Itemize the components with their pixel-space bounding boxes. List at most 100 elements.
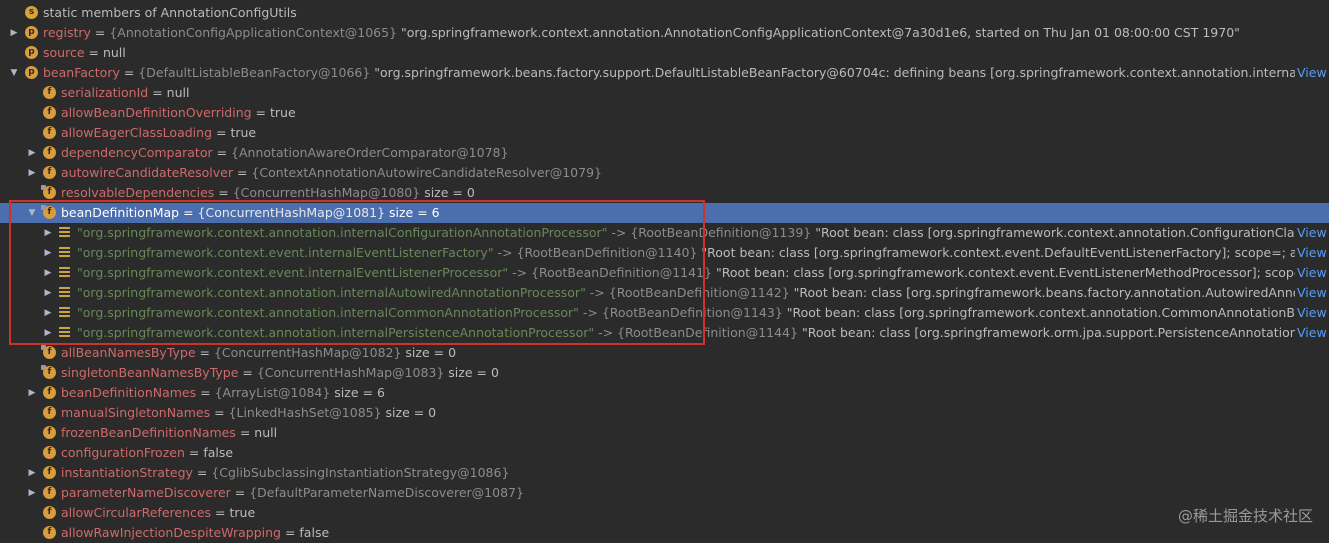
field-icon: f bbox=[43, 146, 56, 159]
type-ref: {RootBeanDefinition@1143} bbox=[601, 305, 783, 320]
variable-row[interactable]: f allowBeanDefinitionOverriding = true bbox=[0, 103, 1329, 123]
row-content: dependencyComparator = {AnnotationAwareO… bbox=[61, 143, 1295, 163]
value-text: size = 0 bbox=[444, 365, 499, 380]
row-content: source = null bbox=[43, 43, 1295, 63]
variable-row[interactable]: ▼ p beanFactory = {DefaultListableBeanFact… bbox=[0, 63, 1329, 83]
variable-row[interactable]: ▼ f beanDefinitionMap = {ConcurrentHashMap… bbox=[0, 203, 1329, 223]
expand-icon[interactable]: ▶ bbox=[26, 463, 38, 483]
variable-name: allowRawInjectionDespiteWrapping bbox=[61, 525, 281, 540]
collapse-icon[interactable]: ▼ bbox=[8, 63, 20, 83]
value-text: true bbox=[270, 105, 296, 120]
variable-row[interactable]: f allBeanNamesByType = {ConcurrentHashMap… bbox=[0, 343, 1329, 363]
map-entry-icon bbox=[59, 267, 70, 279]
variable-name: configurationFrozen bbox=[61, 445, 185, 460]
row-content: serializationId = null bbox=[61, 83, 1295, 103]
expand-icon[interactable]: ▶ bbox=[42, 283, 54, 303]
variable-name: beanFactory bbox=[43, 65, 120, 80]
view-link[interactable]: View bbox=[1297, 283, 1329, 303]
variable-name: allowCircularReferences bbox=[61, 505, 212, 520]
variable-row[interactable]: f allowCircularReferences = true bbox=[0, 503, 1329, 523]
row-content: "org.springframework.context.event.inter… bbox=[77, 243, 1295, 263]
variable-row[interactable]: ▶ f instantiationStrategy = {CglibSubclass… bbox=[0, 463, 1329, 483]
value-text: null bbox=[166, 85, 190, 100]
variable-row[interactable]: ▶ f dependencyComparator = {AnnotationAwar… bbox=[0, 143, 1329, 163]
value-text: true bbox=[229, 505, 256, 520]
equals-sign: = bbox=[179, 205, 198, 220]
row-content: beanDefinitionNames = {ArrayList@1084} s… bbox=[61, 383, 1295, 403]
value-text: null bbox=[102, 45, 126, 60]
field-icon: f bbox=[43, 486, 56, 499]
variable-row[interactable]: f resolvableDependencies = {ConcurrentHas… bbox=[0, 183, 1329, 203]
row-content: registry = {AnnotationConfigApplicationC… bbox=[43, 23, 1295, 43]
row-content: frozenBeanDefinitionNames = null bbox=[61, 423, 1295, 443]
value-text: false bbox=[299, 525, 330, 540]
arrow-separator: -> bbox=[493, 245, 517, 260]
expand-icon[interactable]: ▶ bbox=[26, 383, 38, 403]
map-entry-row[interactable]: ▶ "org.springframework.context.annotation… bbox=[0, 303, 1329, 323]
map-entry-row[interactable]: ▶ "org.springframework.context.annotation… bbox=[0, 323, 1329, 343]
map-entry-row[interactable]: ▶ "org.springframework.context.annotation… bbox=[0, 283, 1329, 303]
value-text: true bbox=[230, 125, 257, 140]
value-text: "Root bean: class [org.springframework.c… bbox=[701, 245, 1295, 260]
variable-name: allBeanNamesByType bbox=[61, 345, 196, 360]
variable-row[interactable]: p source = null bbox=[0, 43, 1329, 63]
view-link[interactable]: View bbox=[1297, 303, 1329, 323]
variable-name: manualSingletonNames bbox=[61, 405, 211, 420]
arrow-separator: -> bbox=[594, 325, 618, 340]
variable-name: parameterNameDiscoverer bbox=[61, 485, 231, 500]
expand-icon[interactable]: ▶ bbox=[8, 23, 20, 43]
type-ref: {ConcurrentHashMap@1080} bbox=[232, 185, 421, 200]
type-ref: {AnnotationAwareOrderComparator@1078} bbox=[231, 145, 509, 160]
value-text: "Root bean: class [org.springframework.c… bbox=[715, 265, 1295, 280]
expand-icon[interactable]: ▶ bbox=[26, 143, 38, 163]
view-link[interactable]: View bbox=[1297, 223, 1329, 243]
map-entry-row[interactable]: ▶ "org.springframework.context.event.inte… bbox=[0, 243, 1329, 263]
view-link[interactable]: View bbox=[1297, 323, 1329, 343]
variable-name: singletonBeanNamesByType bbox=[61, 365, 239, 380]
row-content: "org.springframework.context.annotation.… bbox=[77, 323, 1295, 343]
type-ref: {RootBeanDefinition@1144} bbox=[617, 325, 798, 340]
expand-icon[interactable]: ▶ bbox=[42, 263, 54, 283]
view-link[interactable]: View bbox=[1297, 263, 1329, 283]
variable-row[interactable]: ▶ p registry = {AnnotationConfigApplicatio… bbox=[0, 23, 1329, 43]
variable-row[interactable]: ▶ f autowireCandidateResolver = {ContextAn… bbox=[0, 163, 1329, 183]
type-ref: {RootBeanDefinition@1140} bbox=[516, 245, 698, 260]
expand-icon[interactable]: ▶ bbox=[42, 243, 54, 263]
variable-row[interactable]: f frozenBeanDefinitionNames = null bbox=[0, 423, 1329, 443]
variable-row[interactable]: f singletonBeanNamesByType = {ConcurrentH… bbox=[0, 363, 1329, 383]
expand-icon[interactable]: ▶ bbox=[26, 163, 38, 183]
value-text: size = 0 bbox=[420, 185, 475, 200]
variable-row[interactable]: f allowEagerClassLoading = true bbox=[0, 123, 1329, 143]
type-ref: {RootBeanDefinition@1139} bbox=[630, 225, 812, 240]
row-content: allowRawInjectionDespiteWrapping = false bbox=[61, 523, 1295, 543]
view-link[interactable]: View bbox=[1297, 243, 1329, 263]
variable-row[interactable]: ▶ f beanDefinitionNames = {ArrayList@1084}… bbox=[0, 383, 1329, 403]
variable-row[interactable]: f manualSingletonNames = {LinkedHashSet@1… bbox=[0, 403, 1329, 423]
variable-row[interactable]: f allowRawInjectionDespiteWrapping = fals… bbox=[0, 523, 1329, 543]
variable-row[interactable]: f serializationId = null bbox=[0, 83, 1329, 103]
lock-icon bbox=[41, 365, 46, 370]
variable-name: allowEagerClassLoading bbox=[61, 125, 213, 140]
map-entry-row[interactable]: ▶ "org.springframework.context.annotation… bbox=[0, 223, 1329, 243]
variable-row[interactable]: s static members of AnnotationConfigUtils bbox=[0, 3, 1329, 23]
expand-icon[interactable]: ▶ bbox=[26, 483, 38, 503]
equals-sign: = bbox=[251, 105, 270, 120]
expand-icon[interactable]: ▶ bbox=[42, 323, 54, 343]
map-entry-icon bbox=[59, 307, 70, 319]
map-entry-icon bbox=[59, 287, 70, 299]
expand-icon[interactable]: ▶ bbox=[42, 223, 54, 243]
equals-sign: = bbox=[192, 465, 212, 480]
field-icon: f bbox=[43, 466, 56, 479]
view-link[interactable]: View bbox=[1297, 63, 1329, 83]
collapse-icon[interactable]: ▼ bbox=[26, 203, 38, 223]
field-icon: f bbox=[43, 386, 56, 399]
type-ref: {AnnotationConfigApplicationContext@1065… bbox=[109, 25, 398, 40]
map-entry-row[interactable]: ▶ "org.springframework.context.event.inte… bbox=[0, 263, 1329, 283]
equals-sign: = bbox=[195, 345, 214, 360]
variable-row[interactable]: ▶ f parameterNameDiscoverer = {DefaultPara… bbox=[0, 483, 1329, 503]
expand-icon[interactable]: ▶ bbox=[42, 303, 54, 323]
variables-tree[interactable]: s static members of AnnotationConfigUtils… bbox=[0, 3, 1329, 543]
map-entry-icon bbox=[59, 327, 70, 339]
type-ref: {ContextAnnotationAutowireCandidateResol… bbox=[251, 165, 602, 180]
variable-row[interactable]: f configurationFrozen = false bbox=[0, 443, 1329, 463]
